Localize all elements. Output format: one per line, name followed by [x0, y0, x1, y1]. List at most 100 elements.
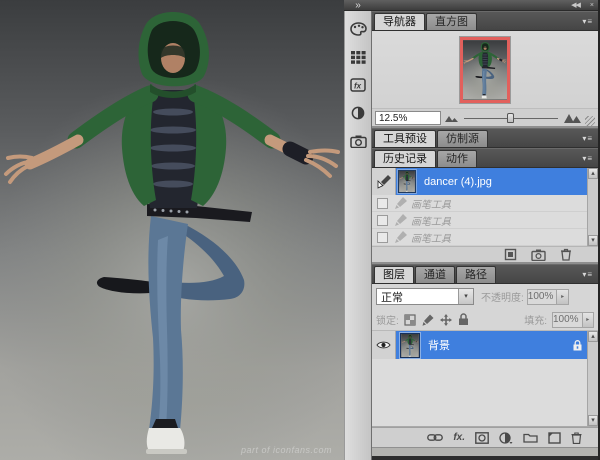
- history-source-checkbox[interactable]: [377, 232, 388, 243]
- tool-presets-tabbar: 工具预设 仿制源 ▾≡: [372, 128, 598, 148]
- history-scrollbar[interactable]: ▴ ▾: [587, 168, 598, 246]
- blend-options-row: 正常 ▾ 不透明度: 100% ▸: [372, 284, 598, 309]
- background-lock-icon: [573, 340, 582, 351]
- history-source-checkbox[interactable]: [377, 215, 388, 226]
- history-state-future[interactable]: 画笔工具: [372, 195, 598, 212]
- history-list: dancer (4).jpg 画笔工具 画笔工具: [372, 168, 598, 247]
- history-brush-icon: [376, 174, 392, 189]
- layers-footer: fx.: [372, 427, 598, 447]
- panels-column: 导航器 直方图 ▾≡ 12.5%: [372, 11, 598, 460]
- adjustments-panel-icon[interactable]: [347, 102, 369, 124]
- dancer-photo: [0, 0, 344, 460]
- layer-style-icon[interactable]: fx.: [453, 432, 465, 443]
- expand-dock-icon[interactable]: »: [344, 1, 372, 10]
- layers-scrollbar[interactable]: ▴ ▾: [587, 331, 598, 426]
- fill-value: 100%: [553, 314, 582, 325]
- brush-tool-icon: [394, 214, 407, 226]
- tab-channels[interactable]: 通道: [415, 266, 455, 283]
- scroll-up-icon[interactable]: ▴: [588, 168, 598, 179]
- panel-dock: » ◀◀ × fx: [344, 0, 600, 460]
- fill-field[interactable]: 100% ▸: [552, 312, 594, 328]
- tab-paths[interactable]: 路径: [456, 266, 496, 283]
- scroll-down-icon[interactable]: ▾: [588, 235, 598, 246]
- blend-mode-dropdown-icon[interactable]: ▾: [458, 289, 473, 304]
- delete-layer-icon[interactable]: [571, 432, 582, 444]
- history-brush-source-well[interactable]: [372, 168, 396, 195]
- brush-tool-icon: [394, 231, 407, 243]
- layer-name[interactable]: 背景: [420, 337, 573, 353]
- lock-position-icon[interactable]: [440, 314, 452, 326]
- navigator-footer: 12.5%: [372, 109, 598, 128]
- photoshop-workspace: part of iconfans.com » ◀◀ × fx: [0, 0, 600, 460]
- layers-panel-menu-icon[interactable]: ▾≡: [582, 270, 598, 283]
- tab-navigator[interactable]: 导航器: [374, 13, 425, 30]
- scroll-down-icon[interactable]: ▾: [588, 415, 598, 426]
- brush-tool-icon: [394, 197, 407, 209]
- visibility-toggle[interactable]: [372, 331, 396, 359]
- history-footer: [372, 247, 598, 264]
- history-state-label: 画笔工具: [411, 230, 451, 245]
- zoom-percent-input[interactable]: 12.5%: [375, 111, 441, 125]
- swatches-panel-icon[interactable]: [347, 46, 369, 68]
- layer-comps-panel-icon[interactable]: [347, 130, 369, 152]
- navigator-thumbnail: [463, 40, 507, 100]
- styles-panel-icon[interactable]: fx: [347, 74, 369, 96]
- color-panel-icon[interactable]: [347, 18, 369, 40]
- zoom-slider[interactable]: [464, 112, 558, 124]
- canvas-watermark: part of iconfans.com: [241, 445, 332, 455]
- link-layers-icon[interactable]: [427, 433, 443, 442]
- navigator-tabbar: 导航器 直方图 ▾≡: [372, 11, 598, 31]
- document-canvas[interactable]: part of iconfans.com: [0, 0, 344, 460]
- opacity-field[interactable]: 100% ▸: [527, 289, 569, 305]
- tab-history[interactable]: 历史记录: [374, 150, 436, 167]
- history-source-checkbox[interactable]: [377, 198, 388, 209]
- layers-tabbar: 图层 通道 路径 ▾≡: [372, 264, 598, 284]
- new-snapshot-icon[interactable]: [531, 249, 546, 261]
- history-panel-menu-icon[interactable]: ▾≡: [582, 154, 598, 167]
- tool-presets-panel-menu-icon[interactable]: ▾≡: [582, 134, 598, 147]
- layer-thumbnail[interactable]: [400, 333, 420, 358]
- delete-state-icon[interactable]: [560, 248, 572, 261]
- lock-label: 锁定:: [376, 312, 399, 327]
- tab-tool-presets[interactable]: 工具预设: [374, 130, 436, 147]
- add-mask-icon[interactable]: [475, 432, 489, 444]
- panel-resize-grip[interactable]: [585, 116, 595, 126]
- eye-icon: [376, 340, 391, 350]
- navigator-panel-menu-icon[interactable]: ▾≡: [582, 17, 598, 30]
- new-document-from-state-icon[interactable]: [504, 248, 517, 261]
- tab-histogram[interactable]: 直方图: [426, 13, 477, 30]
- scroll-up-icon[interactable]: ▴: [588, 331, 598, 342]
- new-group-icon[interactable]: [523, 432, 538, 443]
- zoom-in-icon[interactable]: [564, 112, 581, 123]
- fill-label: 填充:: [524, 312, 547, 327]
- tab-layers[interactable]: 图层: [374, 266, 414, 283]
- history-state-name: dancer (4).jpg: [420, 176, 492, 188]
- blend-mode-select[interactable]: 正常 ▾: [376, 288, 474, 305]
- tab-clone-source[interactable]: 仿制源: [437, 130, 488, 147]
- lock-transparency-icon[interactable]: [404, 314, 416, 326]
- layer-row-background[interactable]: 背景: [372, 331, 598, 359]
- opacity-spinner-icon[interactable]: ▸: [556, 290, 567, 304]
- tab-actions[interactable]: 动作: [437, 150, 477, 167]
- fill-spinner-icon[interactable]: ▸: [582, 313, 593, 327]
- zoom-slider-thumb[interactable]: [507, 113, 514, 123]
- opacity-label: 不透明度:: [481, 289, 524, 304]
- new-layer-icon[interactable]: [548, 432, 561, 444]
- lock-all-icon[interactable]: [458, 313, 469, 326]
- adjustment-layer-icon[interactable]: [499, 432, 513, 444]
- blend-mode-value: 正常: [377, 289, 458, 305]
- navigator-preview-area: [372, 31, 598, 109]
- close-dock-icon[interactable]: ×: [585, 2, 598, 9]
- history-state-label: 画笔工具: [411, 213, 451, 228]
- history-state-future[interactable]: 画笔工具: [372, 229, 598, 246]
- history-state-selected[interactable]: dancer (4).jpg: [372, 168, 598, 195]
- lock-pixels-icon[interactable]: [422, 314, 434, 326]
- navigator-proxy-view[interactable]: [460, 37, 510, 103]
- dock-header: » ◀◀ ×: [344, 0, 598, 11]
- history-state-future[interactable]: 画笔工具: [372, 212, 598, 229]
- layer-list: 背景 ▴ ▾: [372, 331, 598, 427]
- history-tabbar: 历史记录 动作 ▾≡: [372, 148, 598, 168]
- dock-bottom-strip: [372, 447, 598, 460]
- collapse-to-icons-icon[interactable]: ◀◀: [566, 1, 585, 9]
- zoom-out-icon[interactable]: [445, 114, 458, 122]
